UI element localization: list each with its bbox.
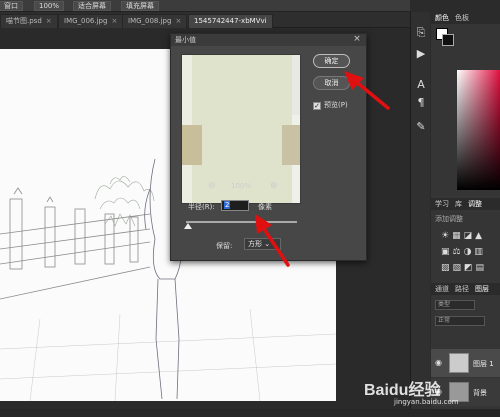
arrow-to-ok <box>344 71 390 110</box>
watermark-url: jingyan.baidu.com <box>394 398 459 406</box>
annotation-arrows <box>255 71 390 267</box>
arrow-to-radius <box>255 214 290 267</box>
baidu-watermark: Baidu经验 <box>364 382 441 399</box>
